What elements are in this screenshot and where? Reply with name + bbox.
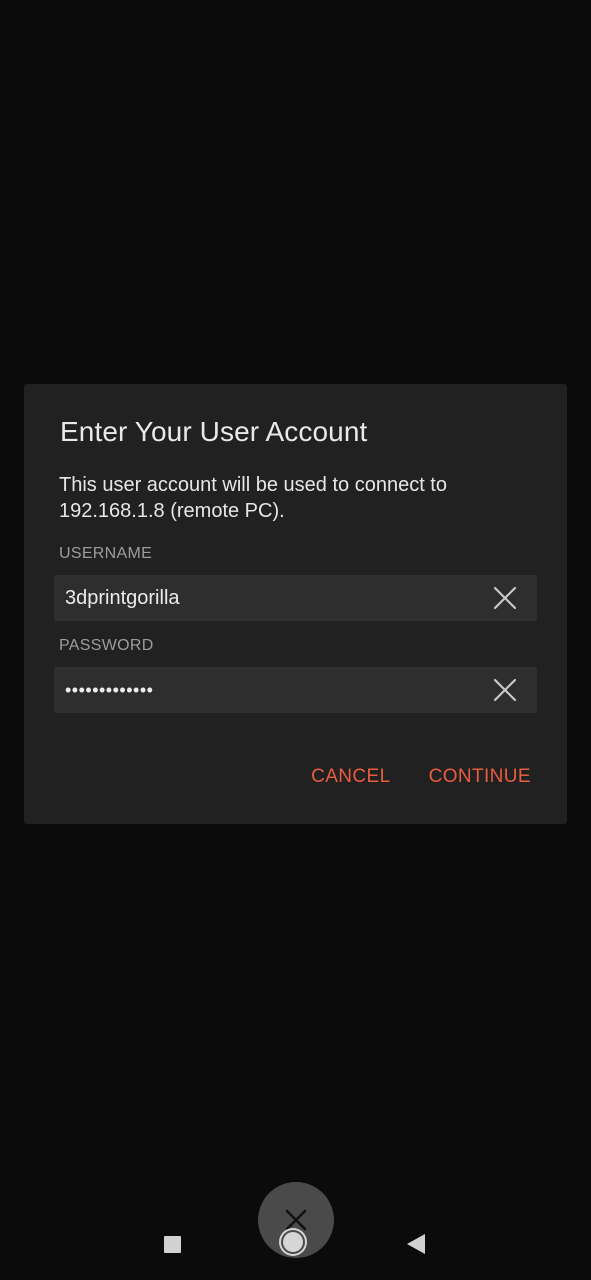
dialog-actions: CANCEL CONTINUE — [311, 766, 531, 788]
navigation-bar — [0, 1182, 591, 1280]
close-icon — [285, 1209, 307, 1231]
circle-icon[interactable] — [283, 1232, 303, 1252]
username-value[interactable]: 3dprintgorilla — [65, 575, 180, 621]
password-value[interactable]: ••••••••••••• — [65, 667, 153, 713]
close-icon — [493, 678, 517, 702]
cancel-button[interactable]: CANCEL — [311, 766, 390, 788]
clear-password-button[interactable] — [493, 678, 517, 702]
square-icon[interactable] — [164, 1236, 181, 1253]
close-icon — [493, 586, 517, 610]
user-account-dialog: Enter Your User Account This user accoun… — [24, 384, 567, 824]
continue-button[interactable]: CONTINUE — [429, 766, 531, 788]
dialog-title: Enter Your User Account — [60, 416, 368, 447]
username-field[interactable]: 3dprintgorilla — [54, 575, 537, 621]
screen: Enter Your User Account This user accoun… — [0, 0, 591, 1280]
clear-username-button[interactable] — [493, 586, 517, 610]
password-label: PASSWORD — [59, 637, 154, 654]
username-label: USERNAME — [59, 545, 153, 562]
triangle-back-icon[interactable] — [407, 1234, 425, 1254]
password-field[interactable]: ••••••••••••• — [54, 667, 537, 713]
dialog-message: This user account will be used to connec… — [59, 474, 447, 522]
